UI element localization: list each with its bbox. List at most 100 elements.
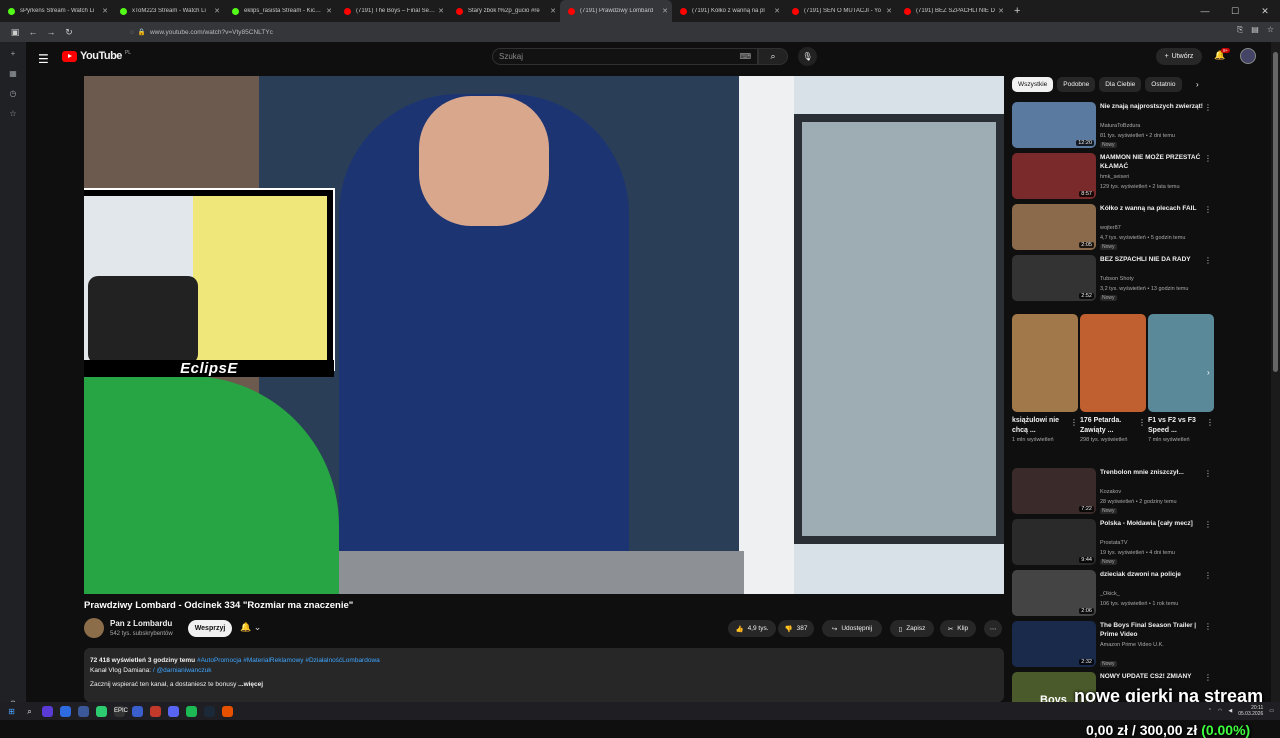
clock[interactable]: 20:11 05.03.2026	[1238, 705, 1263, 717]
scrollbar-thumb[interactable]	[1273, 52, 1278, 372]
app-icon-6[interactable]	[150, 705, 161, 717]
keyboard-icon[interactable]: ⌨	[739, 52, 751, 61]
more-vert-icon[interactable]: ⋮	[1070, 418, 1078, 427]
search-taskbar-icon[interactable]: ⌕	[24, 706, 35, 717]
close-icon[interactable]: ✕	[886, 7, 892, 15]
short-title[interactable]: F1 vs F2 vs F3 Speed ...	[1148, 416, 1204, 436]
search-button[interactable]: ⌕	[758, 48, 788, 65]
close-icon[interactable]: ✕	[326, 7, 332, 15]
short-thumbnail[interactable]	[1148, 314, 1214, 412]
notifications-icon[interactable]: ▭	[1269, 708, 1274, 714]
rec-channel[interactable]: hmk_seiseri	[1100, 174, 1129, 180]
more-vert-icon[interactable]: ⋮	[1204, 154, 1212, 163]
thumbnail[interactable]: 7:22	[1012, 468, 1096, 514]
rec-title[interactable]: NOWY UPDATE CS2! ZMIANY	[1100, 672, 1210, 681]
short-thumbnail[interactable]	[1080, 314, 1146, 412]
more-vert-icon[interactable]: ⋮	[1204, 571, 1212, 580]
rec-channel[interactable]: _Okick_	[1100, 591, 1120, 597]
browser-tab[interactable]: eklips_rasista Stream - Kick Da ✕	[224, 0, 336, 22]
close-icon[interactable]: ✕	[102, 7, 108, 15]
hashtags[interactable]: #AutoPromocja #MaterialReklamowy #Działa…	[197, 657, 380, 664]
volume-icon[interactable]: ◀	[1228, 708, 1232, 714]
more-vert-icon[interactable]: ⋮	[1206, 418, 1214, 427]
spotify-icon[interactable]	[186, 705, 197, 717]
steam-icon[interactable]	[204, 705, 215, 717]
list-item[interactable]: 7:22 Trenbolon mnie zniszczył... Kozakov 28…	[1012, 466, 1222, 517]
list-item[interactable]: 8:57 MAMMON NIE MOŻE PRZESTAĆ KŁAMAĆ hmk_s…	[1012, 151, 1222, 202]
voice-search-button[interactable]: 🎙	[798, 47, 817, 66]
rec-title[interactable]: The Boys Final Season Trailer | Prime Vi…	[1100, 621, 1210, 639]
dislike-button[interactable]: 👎 387	[778, 620, 814, 637]
discord-icon[interactable]	[168, 705, 179, 717]
app-icon-2[interactable]	[60, 705, 71, 717]
browser-tab[interactable]: sPyrkens Stream - Watch Li ✕	[0, 0, 112, 22]
inbox-icon[interactable]: ▦	[7, 68, 19, 80]
chip-3[interactable]: Ostatnio	[1145, 77, 1182, 92]
browser-tab[interactable]: (7191) Kółko z wanną na pl ✕	[672, 0, 784, 22]
description-channel-link[interactable]: / @darnianiwanczuk	[153, 667, 212, 674]
support-button[interactable]: Wesprzyj	[188, 620, 232, 637]
more-vert-icon[interactable]: ⋮	[1204, 673, 1212, 682]
close-icon[interactable]: ✕	[998, 7, 1004, 15]
rec-channel[interactable]: MaturaToBzdura	[1100, 123, 1140, 129]
list-item[interactable]: 2:05 Kółko z wanną na plecach FAIL wojter8…	[1012, 202, 1222, 253]
more-actions-button[interactable]: ⋯	[984, 620, 1002, 637]
close-icon[interactable]: ✕	[214, 7, 220, 15]
share-button[interactable]: ↪ Udostępnij	[822, 620, 882, 637]
back-icon[interactable]: ←	[24, 27, 42, 37]
create-button[interactable]: + Utwórz	[1156, 48, 1202, 65]
thumbnail[interactable]: 9:44	[1012, 519, 1096, 565]
more-vert-icon[interactable]: ⋮	[1138, 418, 1146, 427]
windows-start-icon[interactable]: ⊞	[6, 706, 17, 717]
bookmark-icon[interactable]: ☆	[1267, 25, 1274, 35]
chevron-right-icon[interactable]: ›	[1196, 80, 1199, 89]
search-input[interactable]: Szukaj ⌨	[492, 48, 758, 65]
thumbnail[interactable]: 2:06	[1012, 570, 1096, 616]
screenshot-icon[interactable]: ⎘	[1237, 25, 1243, 35]
browser-tab[interactable]: xToM223 Stream - Watch Li ✕	[112, 0, 224, 22]
rec-title[interactable]: Kółko z wanną na plecach FAIL	[1100, 204, 1210, 213]
description-more-link[interactable]: ...więcej	[238, 681, 263, 688]
list-item[interactable]: 2:06 dzieciak dzwoni na policje _Okick_ 106…	[1012, 568, 1222, 619]
short-item[interactable]: 176 Petarda. Zawiąty ... 298 tys. wyświet…	[1080, 314, 1146, 445]
reload-icon[interactable]: ↻	[60, 27, 78, 38]
more-vert-icon[interactable]: ⋮	[1204, 205, 1212, 214]
forward-icon[interactable]: →	[42, 27, 60, 37]
browser-tab[interactable]: (7191) BEZ SZPACHLI NIE D ✕	[896, 0, 1008, 22]
list-item[interactable]: 9:44 Polska - Mołdawia [cały mecz] Prostat…	[1012, 517, 1222, 568]
list-item[interactable]: 2:32 The Boys Final Season Trailer | Prim…	[1012, 619, 1222, 670]
thumbnail[interactable]: 2:05	[1012, 204, 1096, 250]
short-title[interactable]: książulowi nie chcą ...	[1012, 416, 1068, 436]
maximize-icon[interactable]: ☐	[1220, 6, 1250, 17]
shorts-next-icon[interactable]: ›	[1207, 368, 1210, 377]
thumbnail[interactable]: 12:20	[1012, 102, 1096, 148]
browser-tab[interactable]: (7191) The Boys – Final Season ✕	[336, 0, 448, 22]
like-button[interactable]: 👍 4,9 tys.	[728, 620, 776, 637]
rec-title[interactable]: MAMMON NIE MOŻE PRZESTAĆ KŁAMAĆ	[1100, 153, 1210, 171]
more-vert-icon[interactable]: ⋮	[1204, 520, 1212, 529]
new-tab-icon[interactable]: +	[1014, 5, 1020, 17]
short-item[interactable]: książulowi nie chcą ... 1 mln wyświetleń ⋮	[1012, 314, 1078, 445]
close-icon[interactable]: ✕	[550, 7, 556, 15]
sidebar-toggle-icon[interactable]: ▣	[6, 27, 24, 38]
rec-title[interactable]: Nie znają najprostszych zwierząt!	[1100, 102, 1210, 111]
tray-chevron-icon[interactable]: ⌃	[1208, 708, 1212, 714]
rec-channel[interactable]: wojter87	[1100, 225, 1121, 231]
app-icon-7[interactable]	[222, 705, 233, 717]
close-icon[interactable]: ✕	[662, 7, 668, 15]
app-icon-5[interactable]	[132, 705, 143, 717]
more-vert-icon[interactable]: ⋮	[1204, 622, 1212, 631]
list-item[interactable]: 2:52 BEZ SZPACHLI NIE DA RADY Tubson Shoty…	[1012, 253, 1222, 304]
more-vert-icon[interactable]: ⋮	[1204, 103, 1212, 112]
thumbnail[interactable]: 8:57	[1012, 153, 1096, 199]
reader-icon[interactable]: ▤	[1251, 25, 1259, 35]
rec-channel[interactable]: Tubson Shoty	[1100, 276, 1134, 282]
chip-0[interactable]: Wszystkie	[1012, 77, 1054, 92]
more-vert-icon[interactable]: ⋮	[1204, 256, 1212, 265]
channel-avatar[interactable]	[84, 618, 104, 638]
rec-title[interactable]: dzieciak dzwoni na policje	[1100, 570, 1210, 579]
menu-icon[interactable]: ☰	[38, 52, 49, 66]
channel-name[interactable]: Pan z Lombardu	[110, 619, 172, 628]
thumbnail[interactable]: 2:52	[1012, 255, 1096, 301]
short-item[interactable]: F1 vs F2 vs F3 Speed ... 7 mln wyświetleń…	[1148, 314, 1214, 445]
